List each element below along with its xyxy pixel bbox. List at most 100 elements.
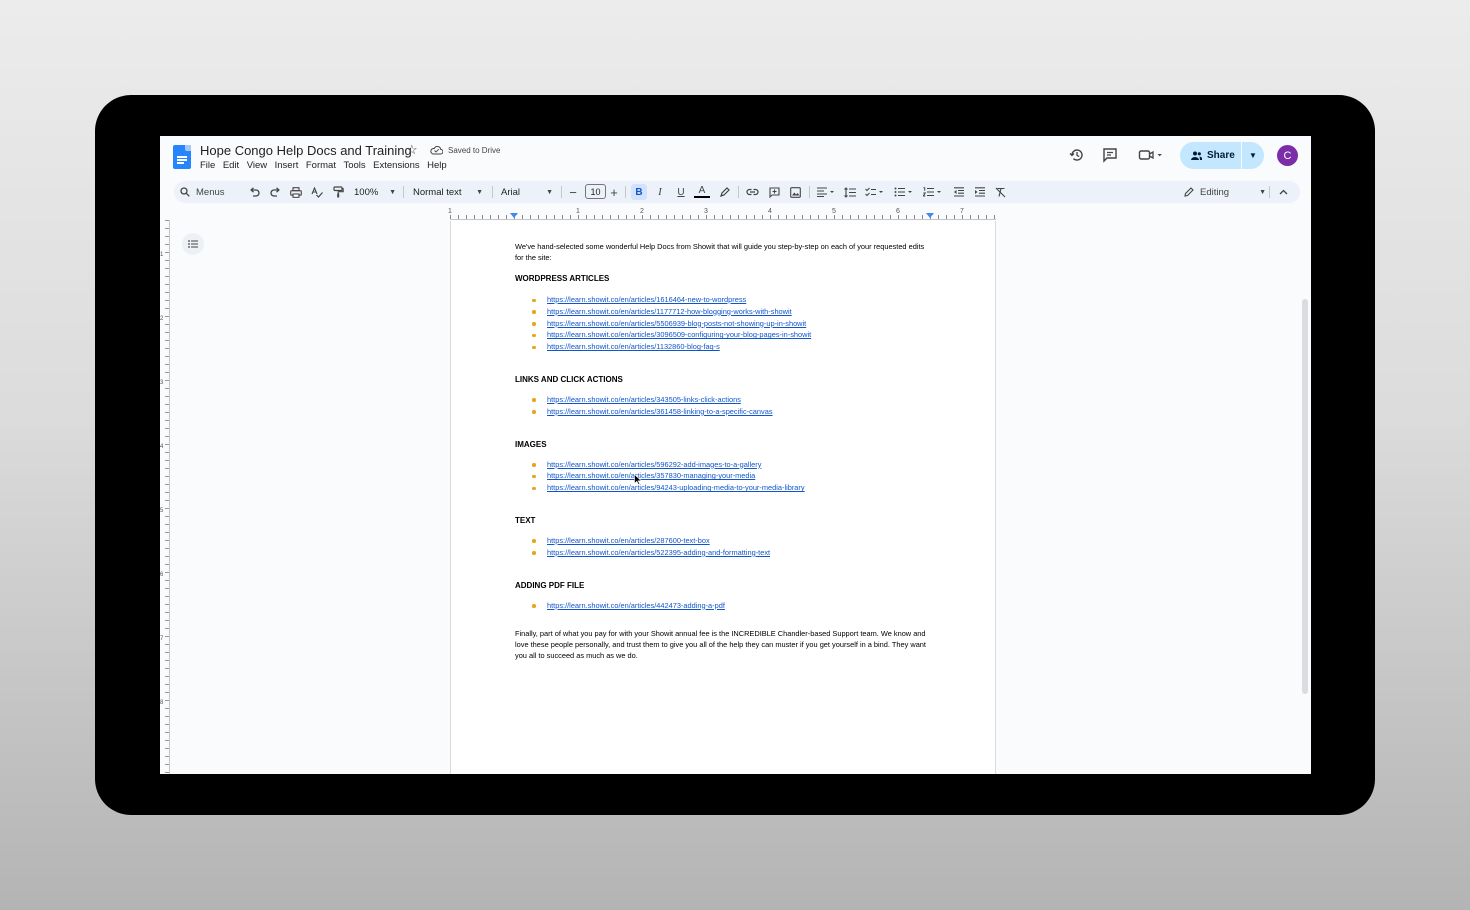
insert-image-icon[interactable] xyxy=(787,184,803,200)
decrease-indent-icon[interactable] xyxy=(950,184,966,200)
paragraph-style-select[interactable]: Normal text ▼ xyxy=(413,184,483,200)
list-item: https://learn.showit.co/en/articles/1616… xyxy=(515,294,929,306)
intro-paragraph[interactable]: We've hand-selected some wonderful Help … xyxy=(515,241,929,263)
document-title[interactable]: Hope Congo Help Docs and Training xyxy=(200,143,412,158)
meet-camera-icon[interactable] xyxy=(1138,147,1164,163)
share-main[interactable]: Share xyxy=(1180,142,1242,169)
toolbar-divider xyxy=(561,186,562,198)
toolbar-divider xyxy=(625,186,626,198)
right-indent-marker-icon[interactable] xyxy=(926,213,934,218)
underline-button[interactable]: U xyxy=(673,184,689,200)
star-icon[interactable]: ☆ xyxy=(406,142,418,158)
zoom-value: 100% xyxy=(354,186,379,198)
font-size-input[interactable]: 10 xyxy=(585,184,606,199)
checklist-icon[interactable] xyxy=(863,184,887,200)
collapse-chevron-up-icon[interactable] xyxy=(1275,184,1291,200)
menu-help[interactable]: Help xyxy=(427,160,451,171)
document-body[interactable]: We've hand-selected some wonderful Help … xyxy=(515,241,929,661)
zoom-select[interactable]: 100% ▼ xyxy=(354,184,396,200)
link-list: https://learn.showit.co/en/articles/3435… xyxy=(515,394,929,418)
pencil-icon xyxy=(1184,187,1194,197)
menu-edit[interactable]: Edit xyxy=(223,160,244,171)
document-outline-button[interactable] xyxy=(182,233,204,255)
clear-formatting-icon[interactable] xyxy=(992,184,1008,200)
section-heading[interactable]: ADDING PDF FILE xyxy=(515,580,929,591)
paragraph-style-value: Normal text xyxy=(413,186,462,198)
menu-format[interactable]: Format xyxy=(306,160,341,171)
toolbar-divider xyxy=(403,186,404,198)
help-doc-link[interactable]: https://learn.showit.co/en/articles/3096… xyxy=(547,330,811,339)
vertical-ruler[interactable]: 1 2 3 4 5 6 7 8 xyxy=(160,220,170,774)
vertical-scrollbar[interactable] xyxy=(1302,299,1308,694)
spellcheck-icon[interactable] xyxy=(309,184,325,200)
help-doc-link[interactable]: https://learn.showit.co/en/articles/3435… xyxy=(547,395,741,404)
help-doc-link[interactable]: https://learn.showit.co/en/articles/5506… xyxy=(547,319,806,328)
decrease-font-size-icon[interactable]: − xyxy=(566,184,580,200)
section-heading[interactable]: LINKS AND CLICK ACTIONS xyxy=(515,374,929,385)
share-button[interactable]: Share ▼ xyxy=(1180,142,1264,169)
help-doc-link[interactable]: https://learn.showit.co/en/articles/2876… xyxy=(547,536,710,545)
left-indent-marker-icon[interactable] xyxy=(510,213,518,218)
help-doc-link[interactable]: https://learn.showit.co/en/articles/1177… xyxy=(547,307,792,316)
add-comment-icon[interactable] xyxy=(766,184,782,200)
help-doc-link[interactable]: https://learn.showit.co/en/articles/1616… xyxy=(547,295,746,304)
print-icon[interactable] xyxy=(288,184,304,200)
ruler-label: 8 xyxy=(160,700,164,706)
zoom-chevron-down-icon: ▼ xyxy=(389,188,396,196)
ruler-label: 2 xyxy=(640,208,644,215)
bold-button[interactable]: B xyxy=(631,184,647,200)
section-heading[interactable]: IMAGES xyxy=(515,439,929,450)
version-history-icon[interactable] xyxy=(1069,147,1085,163)
document-page[interactable]: We've hand-selected some wonderful Help … xyxy=(450,221,996,774)
increase-font-size-icon[interactable]: + xyxy=(607,184,621,200)
help-doc-link[interactable]: https://learn.showit.co/en/articles/5223… xyxy=(547,548,770,557)
help-doc-link[interactable]: https://learn.showit.co/en/articles/1132… xyxy=(547,342,720,351)
ruler-baseline xyxy=(169,220,170,774)
highlight-pen-icon[interactable] xyxy=(716,184,732,200)
list-item: https://learn.showit.co/en/articles/1132… xyxy=(515,341,929,353)
align-left-icon[interactable] xyxy=(814,184,838,200)
menu-view[interactable]: View xyxy=(247,160,272,171)
editing-mode-select[interactable]: Editing ▼ xyxy=(1184,184,1266,200)
title-bar: Hope Congo Help Docs and Training ☆ Save… xyxy=(160,136,1311,178)
menu-extensions[interactable]: Extensions xyxy=(373,160,424,171)
section-heading[interactable]: TEXT xyxy=(515,515,929,526)
ruler-label: 3 xyxy=(160,380,164,386)
formatting-toolbar: Menus 100% ▼ Normal text ▼ Arial ▼ − 10 … xyxy=(174,181,1300,203)
section-heading[interactable]: WORDPRESS ARTICLES xyxy=(515,273,929,284)
toolbar-divider xyxy=(1269,186,1270,198)
text-color-button[interactable]: A xyxy=(694,184,710,198)
search-menus[interactable]: Menus xyxy=(180,184,240,200)
paint-format-icon[interactable] xyxy=(330,184,346,200)
closing-paragraph[interactable]: Finally, part of what you pay for with y… xyxy=(515,628,929,661)
italic-button[interactable]: I xyxy=(652,184,668,200)
comments-icon[interactable] xyxy=(1102,147,1118,163)
undo-icon[interactable] xyxy=(246,184,262,200)
google-docs-logo-icon[interactable] xyxy=(173,145,191,169)
increase-indent-icon[interactable] xyxy=(971,184,987,200)
font-family-select[interactable]: Arial ▼ xyxy=(501,184,553,200)
ruler-label: 3 xyxy=(704,208,708,215)
menu-file[interactable]: File xyxy=(200,160,220,171)
help-doc-link[interactable]: https://learn.showit.co/en/articles/9424… xyxy=(547,483,805,492)
help-doc-link[interactable]: https://learn.showit.co/en/articles/4424… xyxy=(547,601,725,610)
list-item: https://learn.showit.co/en/articles/5962… xyxy=(515,459,929,471)
help-doc-link[interactable]: https://learn.showit.co/en/articles/3614… xyxy=(547,407,773,416)
menu-insert[interactable]: Insert xyxy=(275,160,303,171)
ruler-label: 7 xyxy=(960,208,964,215)
numbered-list-icon[interactable] xyxy=(921,184,945,200)
user-avatar[interactable]: C xyxy=(1277,145,1298,166)
menu-tools[interactable]: Tools xyxy=(343,160,370,171)
share-dropdown-chevron-icon[interactable]: ▼ xyxy=(1242,151,1264,160)
insert-link-icon[interactable] xyxy=(744,184,760,200)
line-spacing-icon[interactable] xyxy=(842,184,858,200)
bulleted-list-icon[interactable] xyxy=(892,184,916,200)
cloud-saved-icon[interactable] xyxy=(430,145,443,155)
help-doc-link[interactable]: https://learn.showit.co/en/articles/5962… xyxy=(547,460,761,469)
horizontal-ruler[interactable]: 1 1 2 3 4 5 6 7 xyxy=(448,208,996,220)
redo-icon[interactable] xyxy=(267,184,283,200)
list-item: https://learn.showit.co/en/articles/5506… xyxy=(515,318,929,330)
mouse-cursor-icon xyxy=(634,474,642,485)
help-doc-link[interactable]: https://learn.showit.co/en/articles/3578… xyxy=(547,471,755,480)
ruler-label: 6 xyxy=(896,208,900,215)
